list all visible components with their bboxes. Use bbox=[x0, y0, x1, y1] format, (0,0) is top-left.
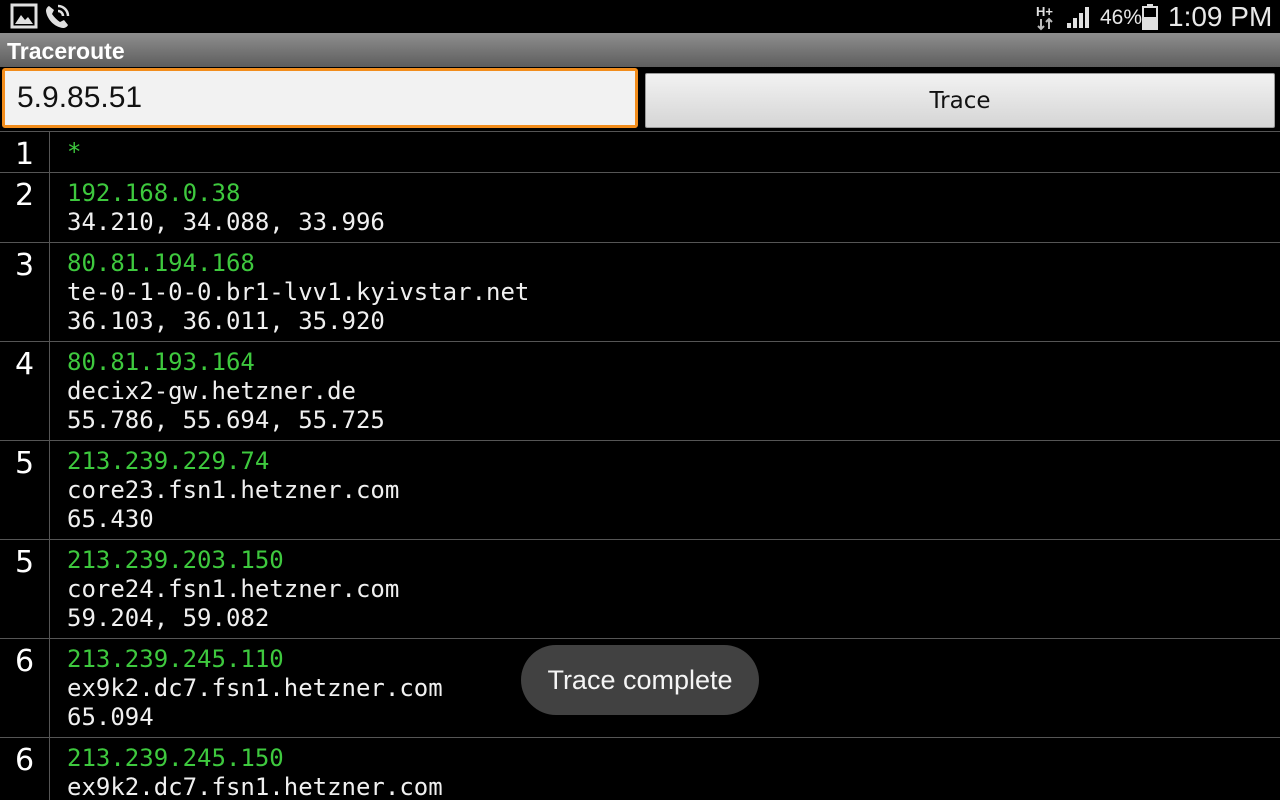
hop-ip: * bbox=[67, 138, 82, 166]
hop-ip: 213.239.229.74 bbox=[67, 447, 270, 475]
hop-number: 6 bbox=[0, 639, 50, 737]
hop-number: 3 bbox=[0, 243, 50, 341]
hop-times: 65.430 bbox=[67, 505, 154, 533]
hop-row: 2 192.168.0.38 34.210, 34.088, 33.996 bbox=[0, 173, 1280, 243]
hop-row: 4 80.81.193.164 decix2-gw.hetzner.de 55.… bbox=[0, 342, 1280, 441]
hop-times: 55.786, 55.694, 55.725 bbox=[67, 406, 385, 434]
host-input[interactable] bbox=[2, 68, 638, 128]
hop-hostname: ex9k2.dc7.fsn1.hetzner.com bbox=[67, 674, 443, 702]
hop-times: 36.103, 36.011, 35.920 bbox=[67, 307, 385, 335]
hop-details: 80.81.193.164 decix2-gw.hetzner.de 55.78… bbox=[50, 342, 385, 440]
svg-text:H+: H+ bbox=[1036, 4, 1053, 19]
hop-number: 4 bbox=[0, 342, 50, 440]
hop-number: 5 bbox=[0, 441, 50, 539]
hop-times: 59.204, 59.082 bbox=[67, 604, 270, 632]
hop-ip: 213.239.245.150 bbox=[67, 744, 284, 772]
hop-ip: 80.81.193.164 bbox=[67, 348, 255, 376]
hop-hostname: core23.fsn1.hetzner.com bbox=[67, 476, 400, 504]
hop-ip: 80.81.194.168 bbox=[67, 249, 255, 277]
battery-icon bbox=[1142, 4, 1158, 30]
hop-ip: 192.168.0.38 bbox=[67, 179, 241, 207]
hop-times: 34.210, 34.088, 33.996 bbox=[67, 208, 385, 236]
call-notification-icon bbox=[46, 4, 70, 28]
battery-percentage: 46% bbox=[1100, 6, 1143, 29]
toast-message: Trace complete bbox=[521, 645, 759, 715]
trace-button[interactable]: Trace bbox=[645, 73, 1275, 128]
hop-hostname: core24.fsn1.hetzner.com bbox=[67, 575, 400, 603]
hop-details: 80.81.194.168 te-0-1-0-0.br1-lvv1.kyivst… bbox=[50, 243, 529, 341]
hop-details: 213.239.229.74 core23.fsn1.hetzner.com 6… bbox=[50, 441, 399, 539]
hop-number: 2 bbox=[0, 173, 50, 242]
hop-hostname: te-0-1-0-0.br1-lvv1.kyivstar.net bbox=[67, 278, 530, 306]
hop-hostname: decix2-gw.hetzner.de bbox=[67, 377, 356, 405]
app-title: Traceroute bbox=[7, 38, 125, 64]
hop-number: 1 bbox=[0, 132, 50, 172]
hop-hostname: ex9k2.dc7.fsn1.hetzner.com bbox=[67, 773, 443, 800]
signal-strength-icon bbox=[1067, 7, 1089, 28]
hop-ip: 213.239.245.110 bbox=[67, 645, 284, 673]
hop-details: 213.239.245.150 ex9k2.dc7.fsn1.hetzner.c… bbox=[50, 738, 443, 800]
status-bar: H+ 46% 1:09 PM bbox=[0, 0, 1280, 33]
hop-details: 213.239.245.110 ex9k2.dc7.fsn1.hetzner.c… bbox=[50, 639, 443, 737]
hop-row: 5 213.239.229.74 core23.fsn1.hetzner.com… bbox=[0, 441, 1280, 540]
title-bar: Traceroute bbox=[0, 33, 1280, 67]
hop-details: 213.239.203.150 core24.fsn1.hetzner.com … bbox=[50, 540, 399, 638]
hop-row: 1 * bbox=[0, 132, 1280, 173]
hop-row: 3 80.81.194.168 te-0-1-0-0.br1-lvv1.kyiv… bbox=[0, 243, 1280, 342]
hop-times: 65.094 bbox=[67, 703, 154, 731]
hop-number: 5 bbox=[0, 540, 50, 638]
hop-ip: 213.239.203.150 bbox=[67, 546, 284, 574]
status-time: 1:09 PM bbox=[1168, 1, 1273, 32]
screen: H+ 46% 1:09 PM Traceroute Trace 1 * bbox=[0, 0, 1280, 800]
hop-number: 6 bbox=[0, 738, 50, 800]
hop-row: 6 213.239.245.150 ex9k2.dc7.fsn1.hetzner… bbox=[0, 738, 1280, 800]
gallery-notification-icon bbox=[10, 3, 38, 29]
hop-details: * bbox=[50, 132, 81, 172]
hplus-data-icon: H+ bbox=[1036, 4, 1053, 31]
hop-details: 192.168.0.38 34.210, 34.088, 33.996 bbox=[50, 173, 385, 242]
hop-row: 5 213.239.203.150 core24.fsn1.hetzner.co… bbox=[0, 540, 1280, 639]
